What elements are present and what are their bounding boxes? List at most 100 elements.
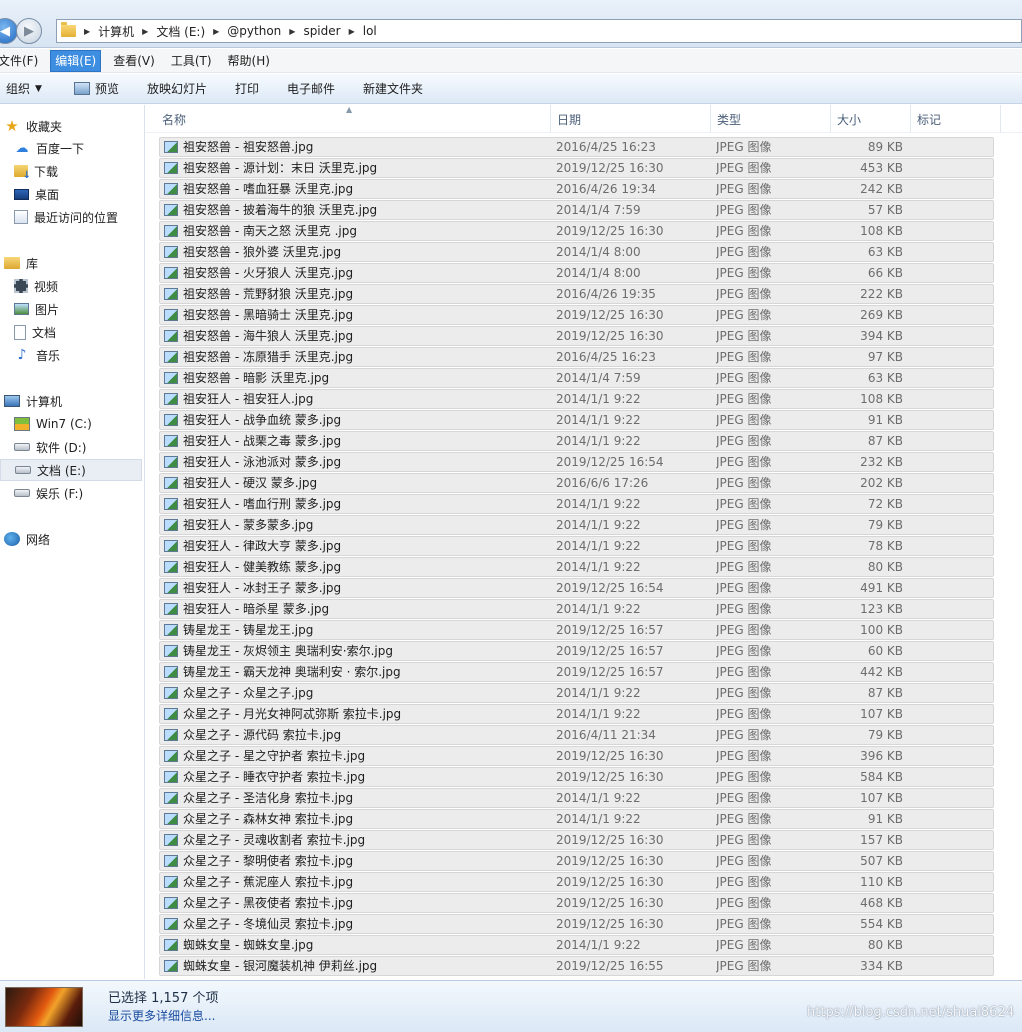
file-row[interactable]: 祖安怒兽 - 海牛狼人 沃里克.jpg 2019/12/25 16:30 JPEG …: [159, 326, 994, 346]
sidebar-item[interactable]: 娱乐 (F:): [0, 482, 142, 504]
column-header-name[interactable]: 名称: [156, 105, 551, 133]
file-row[interactable]: 蜘蛛女皇 - 蜘蛛女皇.jpg 2014/1/1 9:22 JPEG 图像 80 KB: [159, 935, 994, 955]
file-row[interactable]: 蜘蛛女皇 - 银河魔装机神 伊莉丝.jpg 2019/12/25 16:55 JPE…: [159, 956, 994, 976]
file-row[interactable]: 祖安怒兽 - 祖安怒兽.jpg 2016/4/25 16:23 JPEG 图像 89 …: [159, 137, 994, 157]
file-row[interactable]: 祖安狂人 - 蒙多蒙多.jpg 2014/1/1 9:22 JPEG 图像 79 KB: [159, 515, 994, 535]
sidebar-item[interactable]: 图片: [0, 298, 142, 320]
preview-button[interactable]: 预览: [68, 76, 125, 102]
file-row[interactable]: 众星之子 - 蕉泥座人 索拉卡.jpg 2019/12/25 16:30 JPEG …: [159, 872, 994, 892]
sidebar-item[interactable]: ♪ 音乐: [0, 344, 142, 366]
file-name: 蜘蛛女皇 - 银河魔装机神 伊莉丝.jpg: [183, 959, 378, 973]
sidebar-item[interactable]: ★ 收藏夹: [0, 115, 142, 137]
sidebar-item[interactable]: Win7 (C:): [0, 413, 142, 435]
file-date: 2019/12/25 16:55: [556, 959, 664, 973]
watermark-text: https://blog.csdn.net/shuai8624: [807, 1005, 1014, 1020]
file-row[interactable]: 众星之子 - 源代码 索拉卡.jpg 2016/4/11 21:34 JPEG 图像…: [159, 725, 994, 745]
file-row[interactable]: 祖安怒兽 - 火牙狼人 沃里克.jpg 2014/1/4 8:00 JPEG 图像 6…: [159, 263, 994, 283]
column-header-date[interactable]: 日期: [551, 105, 711, 133]
menu-item[interactable]: 文件(F): [0, 50, 42, 72]
address-input[interactable]: ▶ 计算机 ▶ 文档 (E:) ▶ @python ▶ spider ▶ lol: [56, 19, 1022, 43]
file-row[interactable]: 祖安怒兽 - 嗜血狂暴 沃里克.jpg 2016/4/26 19:34 JPEG 图…: [159, 179, 994, 199]
breadcrumb-chevron-icon[interactable]: ▶: [84, 27, 90, 36]
file-row[interactable]: 祖安狂人 - 嗜血行刑 蒙多.jpg 2014/1/1 9:22 JPEG 图像 72…: [159, 494, 994, 514]
file-row[interactable]: 祖安狂人 - 暗杀星 蒙多.jpg 2014/1/1 9:22 JPEG 图像 123…: [159, 599, 994, 619]
breadcrumb-chevron-icon[interactable]: ▶: [349, 27, 355, 36]
file-row[interactable]: 祖安怒兽 - 冻原猎手 沃里克.jpg 2016/4/25 16:23 JPEG 图…: [159, 347, 994, 367]
sidebar-item[interactable]: 下载: [0, 160, 142, 182]
file-row[interactable]: 祖安怒兽 - 狼外婆 沃里克.jpg 2014/1/4 8:00 JPEG 图像 63…: [159, 242, 994, 262]
sidebar-item[interactable]: 软件 (D:): [0, 436, 142, 458]
sidebar-item[interactable]: ☁ 百度一下: [0, 137, 142, 159]
show-details-link[interactable]: 显示更多详细信息...: [108, 1007, 215, 1024]
sidebar-item[interactable]: 库: [0, 252, 142, 274]
breadcrumb-chevron-icon[interactable]: ▶: [213, 27, 219, 36]
file-row[interactable]: 祖安怒兽 - 披着海牛的狼 沃里克.jpg 2014/1/4 7:59 JPEG 图…: [159, 200, 994, 220]
breadcrumb-item[interactable]: spider: [303, 24, 340, 38]
print-button[interactable]: 打印: [229, 76, 265, 102]
file-date: 2019/12/25 16:54: [556, 455, 664, 469]
file-row[interactable]: 祖安怒兽 - 暗影 沃里克.jpg 2014/1/4 7:59 JPEG 图像 63 …: [159, 368, 994, 388]
slideshow-button[interactable]: 放映幻灯片: [141, 76, 213, 102]
file-row[interactable]: 祖安怒兽 - 源计划：末日 沃里克.jpg 2019/12/25 16:30 JPE…: [159, 158, 994, 178]
forward-button[interactable]: ▶: [16, 18, 42, 44]
file-size: 91 KB: [867, 812, 903, 826]
file-row[interactable]: 祖安狂人 - 冰封王子 蒙多.jpg 2019/12/25 16:54 JPEG 图…: [159, 578, 994, 598]
menu-item[interactable]: 查看(V): [109, 50, 159, 72]
file-row[interactable]: 众星之子 - 黎明使者 索拉卡.jpg 2019/12/25 16:30 JPEG …: [159, 851, 994, 871]
file-size: 554 KB: [860, 917, 903, 931]
file-date: 2014/1/1 9:22: [556, 707, 641, 721]
breadcrumb-chevron-icon[interactable]: ▶: [289, 27, 295, 36]
email-button[interactable]: 电子邮件: [281, 76, 341, 102]
file-row[interactable]: 祖安狂人 - 硬汉 蒙多.jpg 2016/6/6 17:26 JPEG 图像 202…: [159, 473, 994, 493]
file-row[interactable]: 祖安怒兽 - 荒野豺狼 沃里克.jpg 2016/4/26 19:35 JPEG 图…: [159, 284, 994, 304]
jpeg-file-icon: [164, 162, 178, 174]
file-row[interactable]: 祖安狂人 - 战栗之毒 蒙多.jpg 2014/1/1 9:22 JPEG 图像 87…: [159, 431, 994, 451]
menu-item[interactable]: 编辑(E): [50, 49, 102, 72]
file-row[interactable]: 众星之子 - 黑夜使者 索拉卡.jpg 2019/12/25 16:30 JPEG …: [159, 893, 994, 913]
sidebar-item-label: 计算机: [26, 394, 63, 409]
sidebar-item[interactable]: 视频: [0, 275, 142, 297]
file-row[interactable]: 祖安狂人 - 健美教练 蒙多.jpg 2014/1/1 9:22 JPEG 图像 80…: [159, 557, 994, 577]
file-row[interactable]: 祖安狂人 - 战争血统 蒙多.jpg 2014/1/1 9:22 JPEG 图像 91…: [159, 410, 994, 430]
jpeg-file-icon: [164, 855, 178, 867]
organize-button[interactable]: 组织 ▼: [0, 76, 48, 102]
column-header-tags[interactable]: 标记: [911, 105, 1001, 133]
menu-item[interactable]: 工具(T): [167, 50, 216, 72]
sidebar-item[interactable]: 计算机: [0, 390, 142, 412]
file-row[interactable]: 祖安狂人 - 祖安狂人.jpg 2014/1/1 9:22 JPEG 图像 108 K…: [159, 389, 994, 409]
breadcrumb-chevron-icon[interactable]: ▶: [142, 27, 148, 36]
breadcrumb-item[interactable]: lol: [363, 24, 377, 38]
sidebar-item[interactable]: 文档: [0, 321, 142, 343]
sidebar-item[interactable]: 文档 (E:): [0, 459, 142, 481]
sidebar-item[interactable]: 最近访问的位置: [0, 206, 142, 228]
sidebar-item[interactable]: 桌面: [0, 183, 142, 205]
file-row[interactable]: 众星之子 - 森林女神 索拉卡.jpg 2014/1/1 9:22 JPEG 图像 9…: [159, 809, 994, 829]
file-row[interactable]: 众星之子 - 睡衣守护者 索拉卡.jpg 2019/12/25 16:30 JPEG…: [159, 767, 994, 787]
menu-item[interactable]: 帮助(H): [224, 50, 274, 72]
file-row[interactable]: 祖安怒兽 - 南天之怒 沃里克 .jpg 2019/12/25 16:30 JPEG…: [159, 221, 994, 241]
sidebar-item[interactable]: 网络: [0, 528, 142, 550]
file-row[interactable]: 祖安狂人 - 泳池派对 蒙多.jpg 2019/12/25 16:54 JPEG 图…: [159, 452, 994, 472]
file-row[interactable]: 众星之子 - 冬境仙灵 索拉卡.jpg 2019/12/25 16:30 JPEG …: [159, 914, 994, 934]
file-row[interactable]: 众星之子 - 星之守护者 索拉卡.jpg 2019/12/25 16:30 JPEG…: [159, 746, 994, 766]
file-row[interactable]: 众星之子 - 圣洁化身 索拉卡.jpg 2014/1/1 9:22 JPEG 图像 1…: [159, 788, 994, 808]
file-row[interactable]: 众星之子 - 众星之子.jpg 2014/1/1 9:22 JPEG 图像 87 KB: [159, 683, 994, 703]
new-folder-button[interactable]: 新建文件夹: [357, 76, 429, 102]
column-header-size[interactable]: 大小: [831, 105, 911, 133]
file-row[interactable]: 祖安怒兽 - 黑暗骑士 沃里克.jpg 2019/12/25 16:30 JPEG …: [159, 305, 994, 325]
breadcrumb-item[interactable]: 文档 (E:): [156, 23, 205, 40]
jpeg-file-icon: [164, 414, 178, 426]
file-name: 祖安狂人 - 战栗之毒 蒙多.jpg: [183, 434, 342, 448]
file-row[interactable]: 铸星龙王 - 灰烬领主 奥瑞利安·索尔.jpg 2019/12/25 16:57 J…: [159, 641, 994, 661]
breadcrumb-item[interactable]: @python: [227, 24, 281, 38]
file-row[interactable]: 众星之子 - 月光女神阿忒弥斯 索拉卡.jpg 2014/1/1 9:22 JPEG…: [159, 704, 994, 724]
breadcrumb-item[interactable]: 计算机: [98, 23, 134, 40]
file-size: 110 KB: [860, 875, 903, 889]
file-row[interactable]: 众星之子 - 灵魂收割者 索拉卡.jpg 2019/12/25 16:30 JPEG…: [159, 830, 994, 850]
file-row[interactable]: 铸星龙王 - 霸天龙神 奥瑞利安 · 索尔.jpg 2019/12/25 16:5…: [159, 662, 994, 682]
column-header-type[interactable]: 类型: [711, 105, 831, 133]
file-row[interactable]: 祖安狂人 - 律政大亨 蒙多.jpg 2014/1/1 9:22 JPEG 图像 78…: [159, 536, 994, 556]
file-row[interactable]: 铸星龙王 - 铸星龙王.jpg 2019/12/25 16:57 JPEG 图像 10…: [159, 620, 994, 640]
file-name: 祖安怒兽 - 暗影 沃里克.jpg: [183, 371, 330, 385]
file-size: 79 KB: [867, 518, 903, 532]
